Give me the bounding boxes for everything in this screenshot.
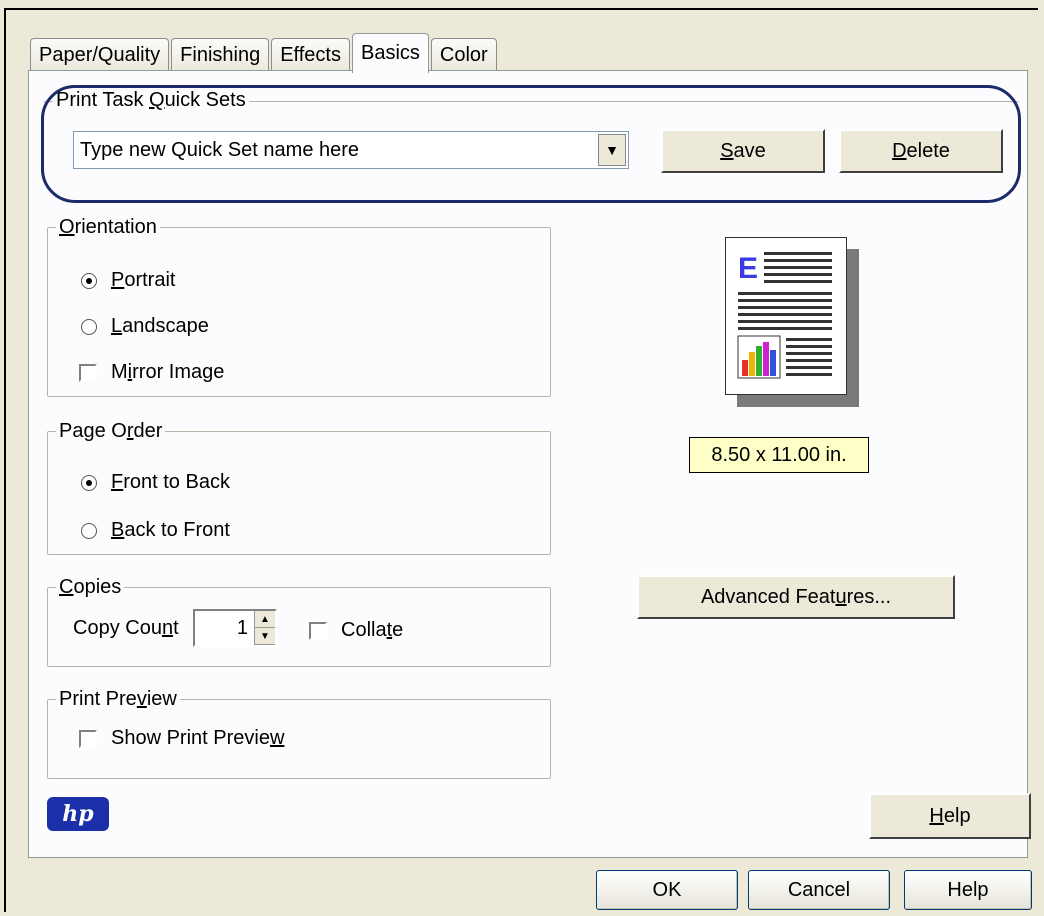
show-print-preview-option[interactable]: Show Print Preview [79,727,284,750]
svg-text:E: E [738,252,758,285]
landscape-radio[interactable] [81,318,97,335]
tab-strip: Paper/Quality Finishing Effects Basics C… [30,32,499,73]
tab-finishing[interactable]: Finishing [171,38,270,72]
mirror-image-label: Mirror Image [111,361,225,383]
tab-color[interactable]: Color [430,38,497,72]
mirror-image-checkbox[interactable] [79,363,97,382]
document-preview-icon: E [737,252,832,379]
quick-set-name-combo[interactable]: Type new Quick Set name here ▼ [73,131,629,169]
cancel-button[interactable]: Cancel [748,870,890,910]
portrait-label: Portrait [111,269,176,291]
quick-set-name-value: Type new Quick Set name here [80,138,360,161]
print-properties-dialog: Paper/Quality Finishing Effects Basics C… [4,8,1038,912]
chevron-down-icon: ▼ [605,142,619,158]
page-order-legend: Page Order [56,419,166,443]
help-button-inner[interactable]: Help [869,793,1031,839]
collate-label: Collate [341,619,404,641]
mirror-image-option[interactable]: Mirror Image [79,361,224,384]
delete-button[interactable]: Delete [839,129,1003,173]
collate-checkbox[interactable] [309,621,327,640]
back-to-front-label: Back to Front [111,519,230,541]
landscape-option[interactable]: Landscape [81,315,209,338]
ok-button[interactable]: OK [596,870,738,910]
spinner-up-icon[interactable]: ▲ [255,611,275,628]
tab-effects[interactable]: Effects [271,38,350,72]
save-button[interactable]: Save [661,129,825,173]
copy-count-spinner[interactable]: 1 ▲ ▼ [193,609,277,647]
help-button[interactable]: Help [904,870,1032,910]
copies-legend: Copies [56,575,125,599]
tab-basics[interactable]: Basics [352,33,429,73]
show-print-preview-checkbox[interactable] [79,729,97,748]
landscape-label: Landscape [111,315,209,337]
orientation-legend: Orientation [56,215,160,239]
paper-size-label: 8.50 x 11.00 in. [689,437,869,473]
show-print-preview-label: Show Print Preview [111,727,285,749]
spinner-down-icon[interactable]: ▼ [255,628,275,645]
portrait-radio[interactable] [81,272,97,289]
print-preview-legend: Print Preview [56,687,180,711]
advanced-features-button[interactable]: Advanced Feat u res... [637,575,955,619]
combo-dropdown-arrow[interactable]: ▼ [598,134,626,166]
front-to-back-label: Front to Back [111,471,230,493]
paper-preview: E [725,237,847,395]
tab-paper-quality[interactable]: Paper/Quality [30,38,170,72]
copy-count-value[interactable]: 1 [195,617,254,640]
basics-panel: Print Task Quick Sets Type new Quick Set… [28,70,1031,858]
front-to-back-option[interactable]: Front to Back [81,471,230,494]
back-to-front-radio[interactable] [81,522,97,539]
back-to-front-option[interactable]: Back to Front [81,519,230,542]
copy-count-label: Copy Count [73,617,179,639]
front-to-back-radio[interactable] [81,474,97,491]
spinner-buttons: ▲ ▼ [254,611,275,645]
hp-logo-icon: hp [47,797,109,831]
portrait-option[interactable]: Portrait [81,269,175,292]
collate-option[interactable]: Collate [309,619,403,642]
